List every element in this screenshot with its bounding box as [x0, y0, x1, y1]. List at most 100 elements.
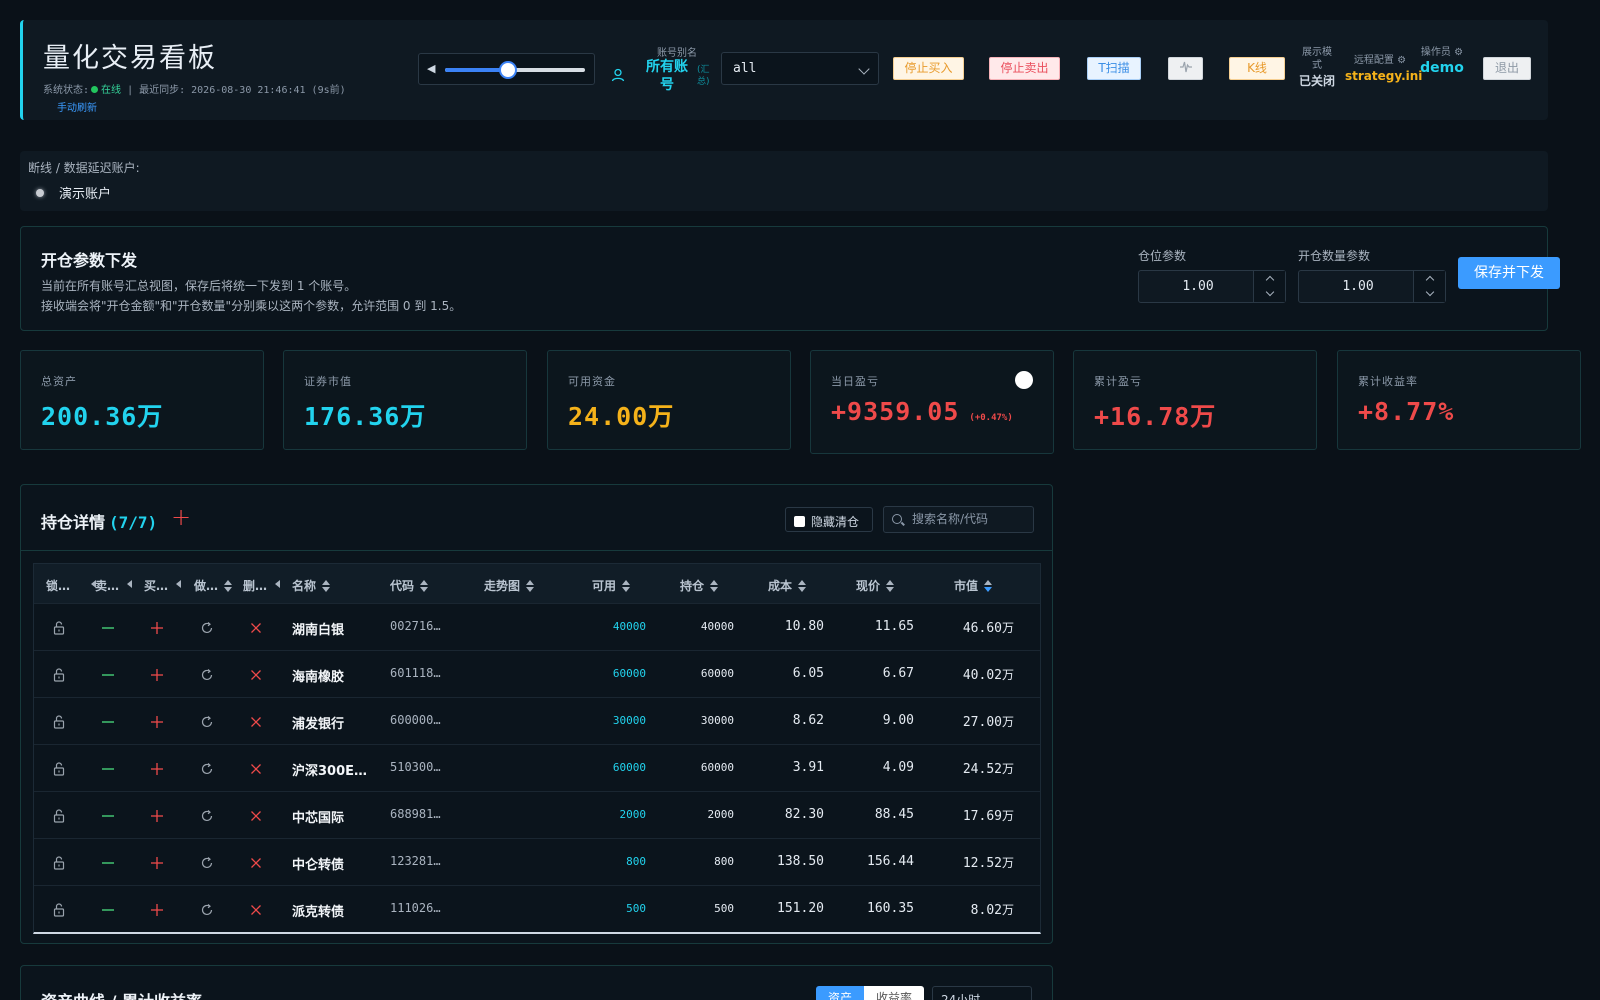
manual-refresh-link[interactable]: 手动刷新	[57, 99, 346, 114]
zoom-slider[interactable]: ◀	[418, 53, 595, 85]
search-input[interactable]	[912, 512, 1030, 526]
save-and-dispatch-button[interactable]: 保存并下发	[1458, 257, 1560, 289]
time-range-select[interactable]: 24小时	[932, 986, 1032, 1000]
decrement-arrow-icon[interactable]	[1413, 286, 1445, 302]
plus-icon[interactable]	[149, 761, 165, 777]
position-param-input[interactable]: 1.00	[1138, 270, 1286, 303]
sort-icon[interactable]	[224, 580, 233, 592]
plus-icon[interactable]	[149, 902, 165, 918]
minus-icon[interactable]	[100, 667, 116, 683]
plus-icon[interactable]	[149, 667, 165, 683]
stop-sell-button[interactable]: 停止卖出	[989, 57, 1060, 80]
plus-icon[interactable]	[149, 808, 165, 824]
add-holding-icon[interactable]: +	[171, 503, 191, 531]
tab-return[interactable]: 收益率	[864, 986, 925, 1000]
tab-asset[interactable]: 资产	[816, 986, 865, 1000]
refresh-icon[interactable]	[199, 761, 215, 777]
col-available[interactable]: 可用	[592, 577, 631, 594]
sort-icon[interactable]	[798, 580, 807, 592]
minus-icon[interactable]	[100, 714, 116, 730]
plus-icon[interactable]	[149, 714, 165, 730]
logout-button[interactable]: 退出	[1483, 57, 1531, 80]
unlock-icon[interactable]	[51, 808, 67, 824]
current-price: 9.00	[882, 713, 914, 728]
holdings-search[interactable]	[883, 506, 1034, 533]
increment-arrow-icon[interactable]	[1413, 271, 1445, 287]
offline-account-label: 演示账户	[59, 187, 112, 202]
hide-cleared-label: 隐藏清仓	[811, 515, 860, 529]
unlock-icon[interactable]	[51, 667, 67, 683]
minus-icon[interactable]	[100, 855, 116, 871]
col-buy[interactable]: 买…	[144, 577, 181, 594]
sort-icon[interactable]	[322, 580, 331, 592]
operator-value: demo	[1420, 60, 1464, 76]
unlock-icon[interactable]	[51, 761, 67, 777]
stop-buy-button[interactable]: 停止买入	[893, 57, 964, 80]
close-icon[interactable]	[248, 761, 264, 777]
minus-icon[interactable]	[100, 761, 116, 777]
display-mode[interactable]: 展示模式 已关闭	[1298, 46, 1336, 88]
close-icon[interactable]	[248, 808, 264, 824]
slider-left-arrow-icon[interactable]: ◀	[427, 62, 435, 75]
slider-track[interactable]	[445, 61, 585, 79]
table-row: 浦发银行 600000… 30000 30000 8.62 9.00 27.00…	[34, 697, 1040, 744]
qty-param-input[interactable]: 1.00	[1298, 270, 1446, 303]
col-market-value[interactable]: 市值	[954, 577, 993, 594]
minus-icon[interactable]	[100, 808, 116, 824]
sort-icon[interactable]	[622, 580, 631, 592]
qty-param-value[interactable]: 1.00	[1299, 279, 1417, 294]
col-sell[interactable]: 卖…	[95, 577, 132, 594]
col-price[interactable]: 现价	[856, 577, 895, 594]
close-icon[interactable]	[248, 902, 264, 918]
unlock-icon[interactable]	[51, 855, 67, 871]
close-icon[interactable]	[248, 714, 264, 730]
close-icon[interactable]	[248, 667, 264, 683]
minus-icon[interactable]	[100, 620, 116, 636]
decrement-arrow-icon[interactable]	[1253, 286, 1285, 302]
sort-icon[interactable]	[176, 580, 181, 588]
refresh-icon[interactable]	[199, 667, 215, 683]
refresh-icon[interactable]	[199, 620, 215, 636]
col-code[interactable]: 代码	[390, 577, 429, 594]
col-cost[interactable]: 成本	[768, 577, 807, 594]
operator[interactable]: 操作员 ⚙ demo	[1419, 46, 1465, 75]
col-holding[interactable]: 持仓	[680, 577, 719, 594]
plus-icon[interactable]	[149, 855, 165, 871]
refresh-icon[interactable]	[199, 808, 215, 824]
col-trend[interactable]: 走势图	[484, 577, 535, 594]
hide-cleared-checkbox[interactable]: 隐藏清仓	[785, 507, 873, 532]
checkbox-icon[interactable]	[794, 516, 805, 527]
account-select[interactable]: all	[721, 52, 879, 85]
sort-icon[interactable]	[275, 580, 280, 588]
unlock-icon[interactable]	[51, 620, 67, 636]
position-param-label: 仓位参数	[1138, 249, 1187, 263]
col-lock[interactable]: 锁…	[46, 577, 96, 594]
col-t[interactable]: 做…	[194, 577, 233, 594]
refresh-icon[interactable]	[199, 902, 215, 918]
unlock-icon[interactable]	[51, 902, 67, 918]
toggle-dot-icon[interactable]	[1015, 371, 1033, 389]
sort-icon[interactable]	[710, 580, 719, 592]
refresh-icon[interactable]	[199, 714, 215, 730]
close-icon[interactable]	[248, 855, 264, 871]
close-icon[interactable]	[248, 620, 264, 636]
sort-icon[interactable]	[420, 580, 429, 592]
col-name[interactable]: 名称	[292, 577, 331, 594]
kline-button[interactable]: K线	[1229, 57, 1285, 80]
plus-icon[interactable]	[149, 620, 165, 636]
sort-icon[interactable]	[984, 580, 993, 592]
t-scan-button[interactable]: T扫描	[1087, 57, 1141, 80]
remote-config[interactable]: 远程配置 ⚙ strategy.ini	[1345, 54, 1422, 83]
refresh-icon[interactable]	[199, 855, 215, 871]
sort-icon[interactable]	[127, 580, 132, 588]
wave-button[interactable]	[1168, 57, 1203, 80]
col-delete[interactable]: 删…	[243, 577, 280, 594]
unlock-icon[interactable]	[51, 714, 67, 730]
sort-icon[interactable]	[526, 580, 535, 592]
minus-icon[interactable]	[100, 902, 116, 918]
position-param-value[interactable]: 1.00	[1139, 279, 1257, 294]
stock-name: 中芯国际	[292, 811, 345, 826]
increment-arrow-icon[interactable]	[1253, 271, 1285, 287]
sort-icon[interactable]	[886, 580, 895, 592]
slider-thumb[interactable]	[499, 61, 517, 79]
